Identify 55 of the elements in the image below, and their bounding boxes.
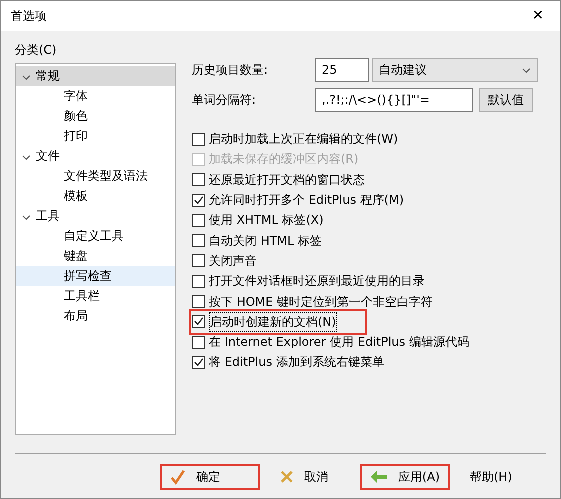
history-label: 历史项目数量: bbox=[192, 62, 270, 79]
chevron-down-icon bbox=[522, 68, 531, 74]
window-title: 首选项 bbox=[11, 8, 47, 25]
history-count-field[interactable]: 25 bbox=[315, 58, 369, 82]
tree-item[interactable]: 颜色 bbox=[16, 106, 175, 126]
category-label: 分类(C) bbox=[15, 42, 58, 59]
arrow-icon bbox=[370, 470, 388, 484]
checkbox-label[interactable]: 使用 XHTML 标签(X) bbox=[209, 211, 324, 230]
checkbox[interactable] bbox=[192, 214, 205, 227]
checkbox-label[interactable]: 还原最近打开文档的窗口状态 bbox=[209, 170, 365, 189]
checkbox-label[interactable]: 启动时加载上次正在编辑的文件(W) bbox=[209, 130, 398, 148]
tree-item[interactable]: 字体 bbox=[16, 86, 175, 106]
checkbox[interactable] bbox=[192, 254, 205, 268]
tree-item[interactable]: 模板 bbox=[16, 186, 175, 206]
checkbox-label[interactable]: 按下 HOME 键时定位到第一个非空白字符 bbox=[209, 292, 434, 311]
checkbox[interactable] bbox=[192, 194, 205, 207]
checkbox-label[interactable]: 将 EditPlus 添加到系统右键菜单 bbox=[209, 353, 384, 372]
chevron-down-icon[interactable] bbox=[22, 74, 31, 81]
checkbox-label[interactable]: 允许同时打开多个 EditPlus 程序(M) bbox=[209, 191, 404, 210]
checkbox-label[interactable]: 在 Internet Explorer 使用 EditPlus 编辑源代码 bbox=[209, 333, 470, 352]
delimiters-label: 单词分隔符: bbox=[192, 92, 258, 109]
checkbox[interactable] bbox=[192, 132, 205, 146]
checkbox-label[interactable]: 自动关闭 HTML 标签 bbox=[209, 232, 322, 250]
tree-item[interactable]: 文件 bbox=[16, 146, 175, 166]
autosuggest-dropdown[interactable]: 自动建议 bbox=[372, 58, 538, 82]
delimiters-field[interactable]: ,.?!;:/\<>(){}[]"'= bbox=[315, 88, 473, 112]
tree-item[interactable]: 工具栏 bbox=[16, 286, 175, 306]
default-button[interactable]: 默认值 bbox=[479, 88, 533, 112]
checkbox-label[interactable]: 启动时创建新的文档(N) bbox=[209, 312, 338, 332]
checkbox[interactable] bbox=[192, 336, 205, 349]
help-button[interactable]: 帮助(H) bbox=[460, 464, 540, 490]
tree-item[interactable]: 文件类型及语法 bbox=[16, 166, 175, 186]
close-button[interactable]: ✕ bbox=[526, 9, 550, 23]
checkbox[interactable] bbox=[192, 356, 205, 369]
checkbox[interactable] bbox=[192, 295, 205, 308]
tree-item[interactable]: 键盘 bbox=[16, 246, 175, 266]
checkbox-label[interactable]: 关闭声音 bbox=[209, 252, 257, 270]
tree-item[interactable]: 布局 bbox=[16, 306, 175, 326]
checkbox[interactable] bbox=[192, 173, 205, 186]
checkbox[interactable] bbox=[192, 274, 205, 288]
cancel-button[interactable]: 取消 bbox=[270, 464, 350, 490]
ok-button[interactable]: 确定 bbox=[160, 464, 260, 490]
tree-item[interactable]: 拼写检查 bbox=[16, 266, 175, 286]
tree-item[interactable]: 打印 bbox=[16, 126, 175, 146]
checkbox-label[interactable]: 打开文件对话框时还原到最近使用的目录 bbox=[209, 272, 425, 290]
cross-icon bbox=[280, 470, 294, 484]
tree-item[interactable]: 工具 bbox=[16, 206, 175, 226]
tree-item[interactable]: 自定义工具 bbox=[16, 226, 175, 246]
tree-item[interactable]: 常规 bbox=[16, 66, 175, 86]
apply-button[interactable]: 应用(A) bbox=[360, 464, 450, 490]
chevron-down-icon[interactable] bbox=[22, 154, 31, 161]
checkbox[interactable] bbox=[192, 234, 205, 248]
checkmark-icon bbox=[170, 469, 186, 485]
checkbox[interactable] bbox=[192, 315, 205, 328]
chevron-down-icon[interactable] bbox=[22, 214, 31, 221]
